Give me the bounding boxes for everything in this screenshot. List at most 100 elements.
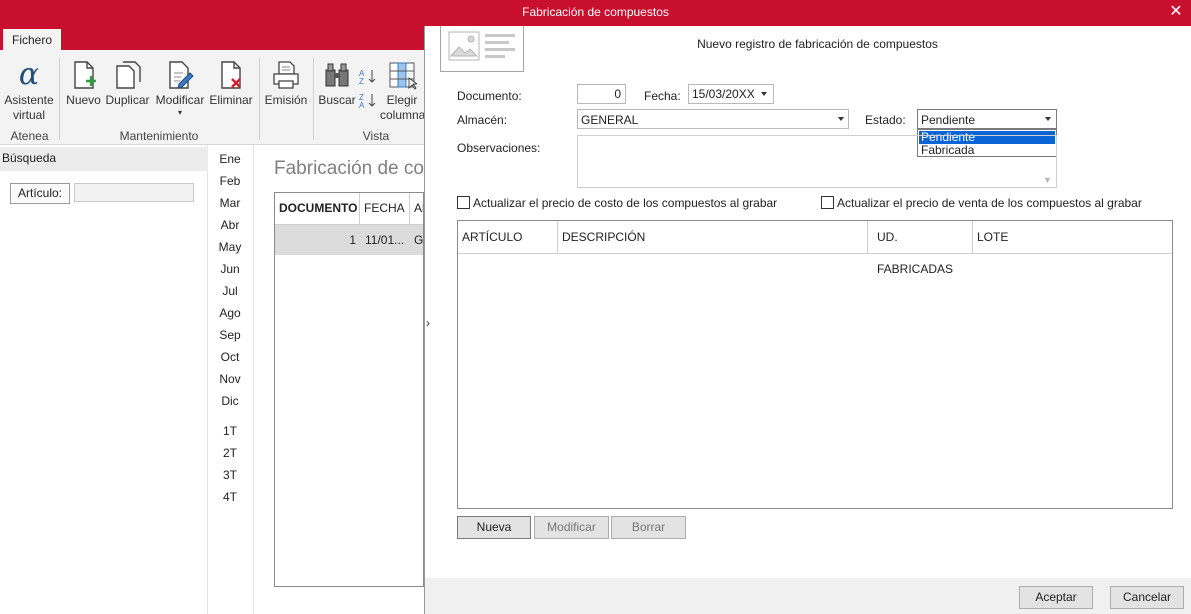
asistente-label-1: Asistente	[4, 93, 54, 107]
nuevo-label: Nuevo	[66, 93, 101, 107]
columns-icon	[389, 62, 417, 90]
asistente-virtual-button[interactable]: α Asistente virtual	[3, 60, 55, 123]
binoculars-icon	[325, 63, 349, 87]
delete-document-icon	[221, 61, 241, 89]
buscar-label: Buscar	[318, 93, 356, 107]
month-filter[interactable]: Dic	[212, 394, 248, 408]
column-header-ud-fabricadas[interactable]: UD. FABRICADAS	[868, 221, 973, 276]
title-bar: Fabricación de compuestos ✕	[0, 0, 1191, 26]
month-filter[interactable]: May	[212, 240, 248, 254]
actualizar-costo-label: Actualizar el precio de costo de los com…	[473, 196, 778, 210]
articulo-search-input[interactable]	[74, 183, 194, 202]
duplicar-button[interactable]: Duplicar	[104, 60, 151, 108]
emision-label: Emisión	[264, 93, 308, 107]
almacen-select[interactable]: GENERAL	[577, 109, 849, 129]
quarter-filter[interactable]: 3T	[212, 468, 248, 482]
eliminar-button[interactable]: Eliminar	[208, 60, 254, 108]
articulo-filter-button[interactable]: Artículo:	[10, 183, 70, 204]
scroll-down-icon[interactable]: ▼	[1043, 175, 1052, 185]
month-filter[interactable]: Sep	[212, 328, 248, 342]
nueva-line-button[interactable]: Nueva	[457, 516, 531, 539]
column-header-almacen[interactable]: Al	[410, 193, 423, 225]
almacen-label: Almacén:	[457, 113, 508, 127]
new-document-icon	[73, 61, 96, 89]
observaciones-label: Observaciones:	[457, 141, 541, 155]
actualizar-venta-label: Actualizar el precio de venta de los com…	[837, 196, 1142, 210]
image-placeholder-icon	[440, 26, 524, 72]
quarter-filter[interactable]: 2T	[212, 446, 248, 460]
elegir-label-1: Elegir	[386, 93, 418, 107]
buscar-button[interactable]: Buscar	[318, 60, 356, 108]
modificar-label: Modificar	[155, 93, 205, 107]
edit-document-icon	[169, 61, 194, 89]
sort-descending-icon[interactable]: ZA	[359, 92, 377, 111]
almacen-value: GENERAL	[581, 113, 639, 127]
fecha-date-picker[interactable]: 15/03/20XX	[688, 84, 774, 104]
print-icon	[273, 61, 299, 89]
ribbon-separator	[313, 58, 314, 140]
duplicate-icon	[115, 61, 141, 89]
group-label-vista: Vista	[362, 129, 390, 143]
asistente-label-2: virtual	[12, 108, 45, 122]
modificar-button[interactable]: Modificar ▾	[153, 60, 207, 118]
estado-value: Pendiente	[921, 113, 976, 127]
month-filter[interactable]: Jul	[212, 284, 248, 298]
actualizar-venta-checkbox[interactable]	[821, 196, 834, 209]
fecha-label: Fecha:	[644, 89, 681, 103]
alpha-icon: α	[18, 57, 40, 92]
cell-almacen: Gl	[414, 233, 424, 247]
eliminar-label: Eliminar	[209, 93, 253, 107]
chevron-down-icon[interactable]	[761, 92, 767, 96]
column-header-documento[interactable]: DOCUMENTO	[275, 193, 360, 225]
month-filter[interactable]: Mar	[212, 196, 248, 210]
month-filter[interactable]: Ago	[212, 306, 248, 320]
dialog-title: Nuevo registro de fabricación de compues…	[697, 37, 938, 51]
documento-input[interactable]: 0	[577, 84, 626, 104]
expand-arrow-icon[interactable]: ›	[426, 316, 430, 330]
cancelar-button[interactable]: Cancelar	[1110, 586, 1184, 609]
duplicar-label: Duplicar	[105, 93, 150, 107]
group-label-mantenimiento: Mantenimiento	[119, 129, 199, 143]
chevron-down-icon: ▾	[177, 108, 182, 117]
list-title: Fabricación de co	[274, 158, 424, 179]
modificar-line-button[interactable]: Modificar	[534, 516, 609, 539]
aceptar-button[interactable]: Aceptar	[1019, 586, 1093, 609]
month-filter[interactable]: Ene	[212, 152, 248, 166]
column-header-articulo[interactable]: ARTÍCULO	[458, 221, 558, 254]
window-title: Fabricación de compuestos	[522, 5, 669, 19]
close-window-button[interactable]: ✕	[1167, 2, 1185, 22]
column-header-lote[interactable]: LOTE	[973, 221, 1172, 254]
tab-fichero[interactable]: Fichero	[3, 29, 61, 51]
documento-label: Documento:	[457, 89, 522, 103]
fecha-value: 15/03/20XX	[692, 87, 755, 101]
month-filter[interactable]: Feb	[212, 174, 248, 188]
nuevo-button[interactable]: Nuevo	[65, 60, 102, 108]
cell-documento: 1	[349, 233, 356, 247]
ribbon-tab-bar	[0, 26, 424, 50]
search-panel	[0, 145, 208, 614]
sort-ascending-icon[interactable]: AZ	[359, 68, 377, 87]
actualizar-costo-checkbox[interactable]	[457, 196, 470, 209]
column-header-descripcion[interactable]: DESCRIPCIÓN	[558, 221, 868, 254]
month-filter[interactable]: Abr	[212, 218, 248, 232]
elegir-columnas-button[interactable]: Elegir columna	[380, 60, 424, 123]
quarter-filter[interactable]: 1T	[212, 424, 248, 438]
chevron-down-icon[interactable]	[838, 117, 844, 121]
column-header-fecha[interactable]: FECHA	[360, 193, 410, 225]
group-label-atenea: Atenea	[10, 129, 49, 143]
month-filter[interactable]: Oct	[212, 350, 248, 364]
svg-text:A: A	[359, 101, 365, 108]
estado-select[interactable]: Pendiente	[917, 109, 1057, 129]
ribbon-separator	[59, 58, 60, 140]
chevron-down-icon[interactable]	[1045, 117, 1051, 121]
table-row[interactable]: 1 11/01... Gl	[275, 225, 424, 255]
search-panel-header: Búsqueda	[0, 147, 208, 171]
observaciones-textarea[interactable]	[577, 135, 1057, 188]
borrar-line-button[interactable]: Borrar	[611, 516, 686, 539]
quarter-filter[interactable]: 4T	[212, 490, 248, 504]
month-filter[interactable]: Jun	[212, 262, 248, 276]
emision-button[interactable]: Emisión	[264, 60, 308, 108]
documents-table: DOCUMENTO FECHA Al 1 11/01... Gl	[274, 192, 424, 587]
cell-fecha: 11/01...	[365, 233, 405, 247]
month-filter[interactable]: Nov	[212, 372, 248, 386]
